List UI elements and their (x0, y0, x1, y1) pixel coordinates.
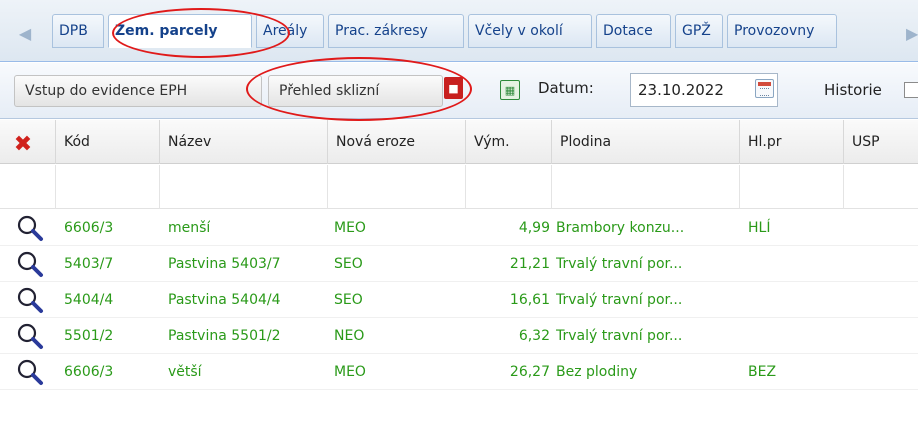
magnifier-icon[interactable] (16, 214, 44, 242)
grid-header: ✖ Kód Název Nová eroze Vým. Plodina Hl.p… (0, 120, 918, 164)
vstup-do-evidence-button[interactable]: Vstup do evidence EPH (14, 75, 262, 107)
column-label: Plodina (560, 134, 612, 150)
column-label: Kód (64, 134, 90, 150)
tab-dotace[interactable]: Dotace (596, 14, 671, 48)
tab-dpb[interactable]: DPB (52, 14, 104, 48)
column-label: Vým. (474, 134, 510, 150)
tab-gpz[interactable]: GPŽ (675, 14, 723, 48)
column-label: Název (168, 134, 212, 150)
magnifier-icon[interactable] (16, 358, 44, 386)
cell-hlpr: BEZ (748, 364, 777, 380)
filter-vymera-field[interactable] (466, 165, 552, 209)
cell-plodina: Trvalý travní por... (556, 256, 683, 272)
cell-kod: 6606/3 (64, 220, 114, 236)
cell-eroze: SEO (334, 256, 363, 272)
cell-kod: 5501/2 (64, 328, 114, 344)
tab-arealy[interactable]: Areály (256, 14, 324, 48)
tab-prac-zakresy[interactable]: Prac. zákresy (328, 14, 464, 48)
filter-kod-field[interactable] (56, 165, 160, 209)
tab-label: Areály (263, 23, 308, 39)
cell-nazev: menší (168, 220, 211, 236)
column-header-nazev[interactable]: Název (160, 120, 328, 164)
filter-usp-field[interactable] (844, 165, 918, 209)
table-row[interactable]: 6606/3 větší MEO 26,27 Bez plodiny BEZ (0, 354, 918, 390)
magnifier-icon[interactable] (16, 286, 44, 314)
magnifier-icon[interactable] (16, 322, 44, 350)
filter-cell (0, 165, 56, 209)
filter-plodina-field[interactable] (552, 165, 740, 209)
filter-eroze-field[interactable] (328, 165, 466, 209)
cell-plodina: Trvalý travní por... (556, 328, 683, 344)
cell-vymera: 26,27 (509, 364, 550, 380)
column-header-usp[interactable]: USP (844, 120, 918, 164)
tab-label: Zem. parcely (115, 23, 218, 39)
column-header-plodina[interactable]: Plodina (552, 120, 740, 164)
cell-vymera: 4,99 (518, 220, 550, 236)
filter-hlpr-field[interactable] (740, 165, 844, 209)
prehled-sklizni-button[interactable]: Přehled sklizní (268, 75, 443, 107)
button-label: Přehled sklizní (279, 83, 380, 99)
cell-plodina: Trvalý travní por... (556, 292, 683, 308)
cell-eroze: MEO (334, 220, 366, 236)
cell-eroze: SEO (334, 292, 363, 308)
table-row[interactable]: 5403/7 Pastvina 5403/7 SEO 21,21 Trvalý … (0, 246, 918, 282)
pdf-icon[interactable]: ■ (444, 77, 463, 99)
datum-label: Datum: (538, 79, 594, 97)
magnifier-icon[interactable] (16, 250, 44, 278)
column-label: Nová eroze (336, 134, 415, 150)
button-label: Vstup do evidence EPH (25, 83, 188, 99)
tab-label: GPŽ (682, 23, 711, 39)
arrow-right-icon[interactable]: ▶ (906, 20, 918, 46)
tab-label: Provozovny (734, 23, 815, 39)
tab-label: Prac. zákresy (335, 23, 428, 39)
tab-vcely-v-okoli[interactable]: Včely v okolí (468, 14, 592, 48)
filter-nazev-field[interactable] (160, 165, 328, 209)
cell-kod: 6606/3 (64, 364, 114, 380)
table-row[interactable]: 5501/2 Pastvina 5501/2 NEO 6,32 Trvalý t… (0, 318, 918, 354)
cell-nazev: Pastvina 5403/7 (168, 256, 281, 272)
tab-label: Včely v okolí (475, 23, 563, 39)
tab-provozovny[interactable]: Provozovny (727, 14, 837, 48)
cell-vymera: 16,61 (509, 292, 550, 308)
cell-kod: 5404/4 (64, 292, 114, 308)
delete-column-header: ✖ (0, 120, 56, 164)
column-label: USP (852, 134, 880, 150)
column-header-nova-eroze[interactable]: Nová eroze (328, 120, 466, 164)
cell-eroze: MEO (334, 364, 366, 380)
cell-kod: 5403/7 (64, 256, 114, 272)
calendar-icon[interactable] (755, 79, 774, 98)
column-label: Hl.pr (748, 134, 782, 150)
tab-strip: ◀ DPB Zem. parcely Areály Prac. zákresy … (0, 0, 918, 62)
arrow-left-icon[interactable]: ◀ (12, 20, 38, 46)
tab-zem-parcely[interactable]: Zem. parcely (108, 14, 252, 48)
table-row[interactable]: 6606/3 menší MEO 4,99 Brambory konzu... … (0, 210, 918, 246)
tab-label: DPB (59, 23, 88, 39)
parcels-grid: ✖ Kód Název Nová eroze Vým. Plodina Hl.p… (0, 120, 918, 436)
cell-nazev: Pastvina 5404/4 (168, 292, 281, 308)
filter-row (0, 165, 918, 209)
column-header-kod[interactable]: Kód (56, 120, 160, 164)
cell-vymera: 21,21 (509, 256, 550, 272)
cell-nazev: větší (168, 364, 202, 380)
cell-nazev: Pastvina 5501/2 (168, 328, 281, 344)
cell-vymera: 6,32 (518, 328, 550, 344)
toolbar: Vstup do evidence EPH Přehled sklizní ■ … (0, 63, 918, 119)
cell-plodina: Bez plodiny (556, 364, 638, 380)
table-row[interactable]: 5404/4 Pastvina 5404/4 SEO 16,61 Trvalý … (0, 282, 918, 318)
column-header-hlpr[interactable]: Hl.pr (740, 120, 844, 164)
tab-list: DPB Zem. parcely Areály Prac. zákresy Vč… (52, 14, 837, 48)
excel-icon[interactable]: ▦ (500, 80, 520, 100)
delete-x-icon[interactable]: ✖ (10, 132, 36, 157)
cell-eroze: NEO (334, 328, 365, 344)
tab-label: Dotace (603, 23, 653, 39)
column-header-vymera[interactable]: Vým. (466, 120, 552, 164)
cell-plodina: Brambory konzu... (556, 220, 685, 236)
cell-hlpr: HLÍ (748, 220, 771, 236)
historie-label: Historie (824, 81, 882, 99)
historie-checkbox[interactable] (904, 82, 918, 98)
